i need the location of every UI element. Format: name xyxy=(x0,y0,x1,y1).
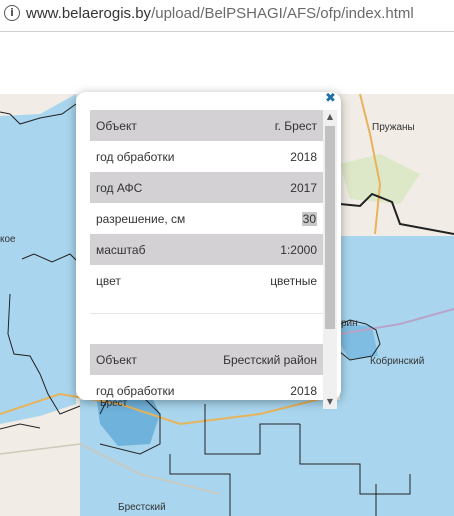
row-value: 2018 xyxy=(290,150,317,164)
row-key: разрешение, см xyxy=(96,212,186,226)
row-key: год обработки xyxy=(96,150,175,164)
map-label-left-fragment: кое xyxy=(0,234,16,245)
row-key: год обработки xyxy=(96,384,175,398)
row-value-selected[interactable]: 30 xyxy=(301,212,317,226)
map-label-kobrin-fragment: рин xyxy=(341,318,358,329)
coverage-area-left xyxy=(0,94,76,424)
table-row: год обработки 2018 xyxy=(90,141,323,172)
row-value: цветные xyxy=(270,274,317,288)
table-row: масштаб 1:2000 xyxy=(90,234,323,265)
row-key: Объект xyxy=(96,353,137,367)
section-divider xyxy=(90,296,323,344)
map-label-brestsky: Брестский xyxy=(118,502,166,513)
table-row: Объект Брестский район xyxy=(90,344,323,375)
row-key: масштаб xyxy=(96,243,146,257)
row-value: 1:2000 xyxy=(280,243,317,257)
url-host: www.belaerogis.by xyxy=(26,5,152,22)
table-row: год обработки 2018 xyxy=(90,375,323,400)
row-value: 2017 xyxy=(290,181,317,195)
close-icon[interactable]: ✖ xyxy=(325,92,336,106)
info-icon[interactable]: i xyxy=(4,5,20,21)
address-bar[interactable]: i www.belaerogis.by/upload/BelPSHAGI/AFS… xyxy=(0,0,454,32)
table-row: цвет цветные xyxy=(90,265,323,296)
map-label-pruzhany: Пружаны xyxy=(372,122,415,133)
scroll-up-arrow-icon[interactable]: ▲ xyxy=(323,110,337,124)
row-value: 2018 xyxy=(290,384,317,398)
popup-content[interactable]: Объект г. Брест год обработки 2018 год А… xyxy=(90,110,323,400)
scroll-thumb[interactable] xyxy=(325,126,335,329)
map-label-kobrinsky: Кобринский xyxy=(370,356,425,367)
table-row: Объект г. Брест xyxy=(90,110,323,141)
row-value: г. Брест xyxy=(274,119,317,133)
popup-scrollbar[interactable]: ▲ ▼ xyxy=(323,110,337,409)
row-value: Брестский район xyxy=(223,353,317,367)
row-key: Объект xyxy=(96,119,137,133)
table-row: год АФС 2017 xyxy=(90,172,323,203)
row-key: цвет xyxy=(96,274,121,288)
scroll-down-arrow-icon[interactable]: ▼ xyxy=(323,395,337,409)
url-text[interactable]: www.belaerogis.by/upload/BelPSHAGI/AFS/o… xyxy=(26,5,414,22)
table-row: разрешение, см 30 xyxy=(90,203,323,234)
url-path: /upload/BelPSHAGI/AFS/ofp/index.html xyxy=(151,5,414,22)
row-key: год АФС xyxy=(96,181,143,195)
